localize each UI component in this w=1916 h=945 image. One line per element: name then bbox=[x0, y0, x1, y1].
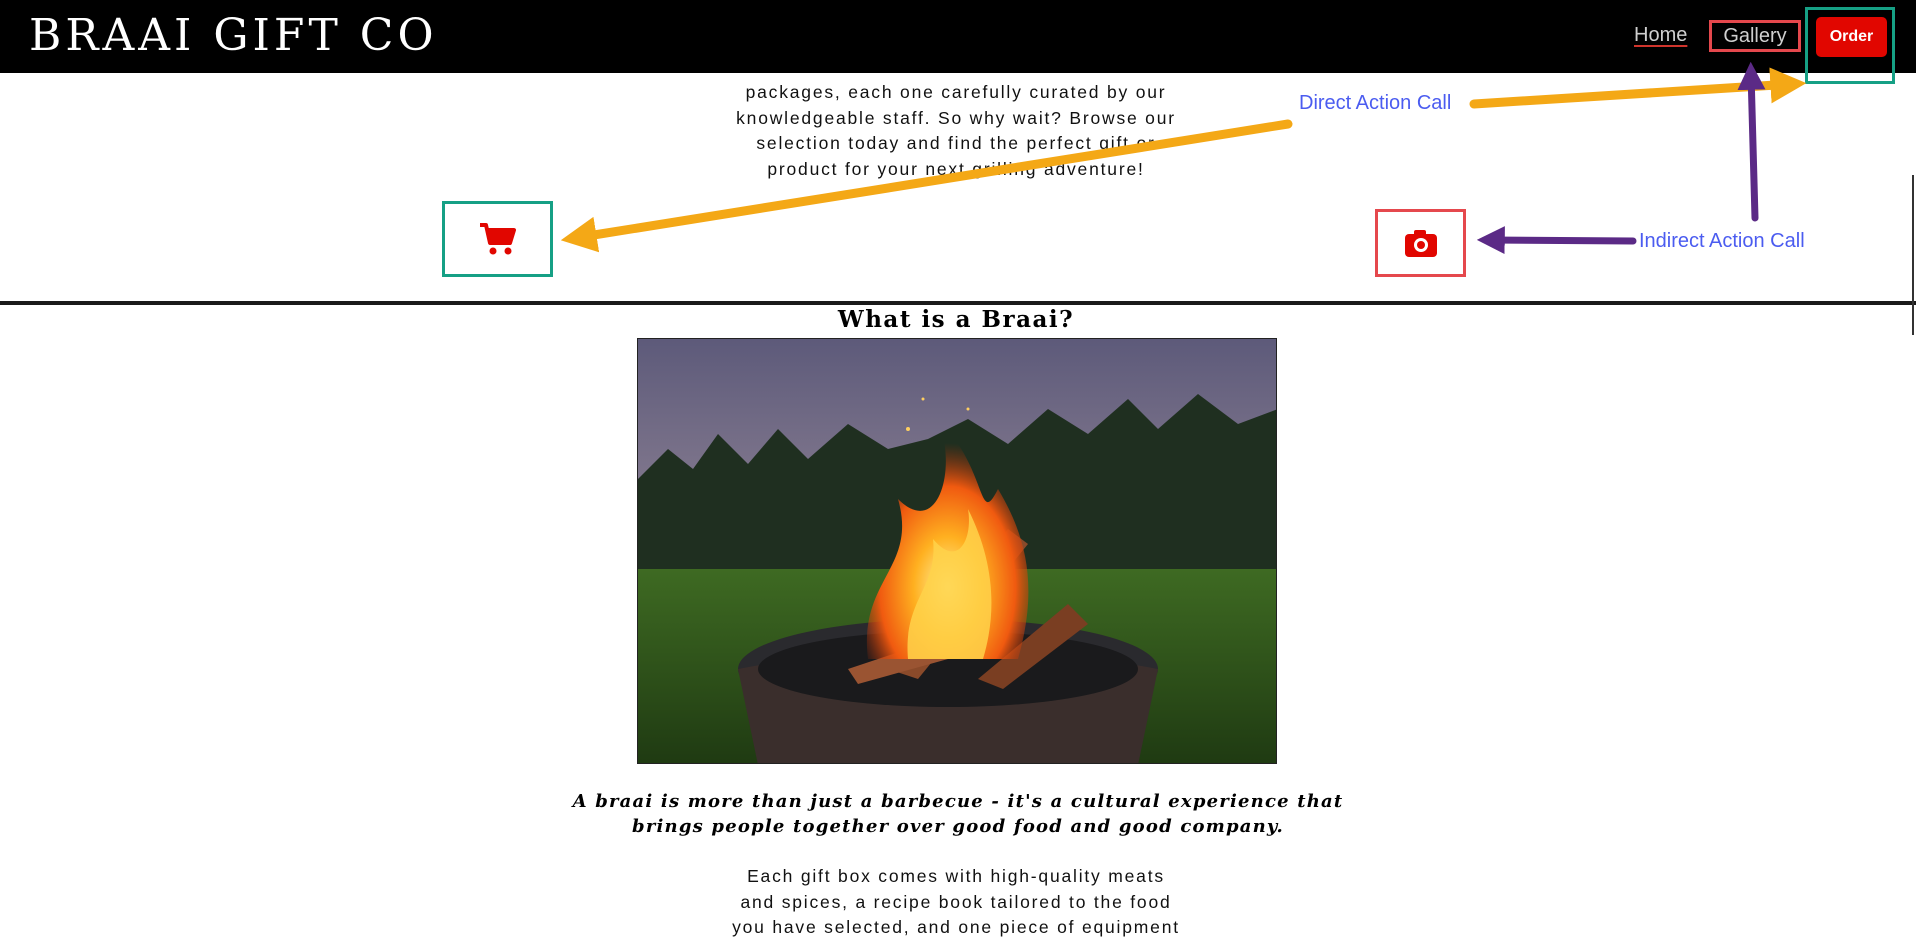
section-title: What is a Braai? bbox=[837, 306, 1075, 333]
cart-icon bbox=[479, 223, 516, 255]
body-line: and spices, a recipe book tailored to th… bbox=[740, 891, 1172, 912]
fire-pit-image bbox=[638, 339, 1276, 763]
lead-line: brings people together over good food an… bbox=[632, 816, 1284, 837]
lead-line: A braai is more than just a barbecue - i… bbox=[572, 791, 1344, 812]
indirect-arrow-to-camera bbox=[1476, 226, 1637, 255]
body-line: you have selected, and one piece of equi… bbox=[732, 917, 1180, 937]
order-button[interactable]: Order bbox=[1816, 17, 1887, 57]
braai-fire-photo bbox=[637, 338, 1277, 764]
gallery-camera-button[interactable] bbox=[1375, 209, 1466, 277]
direct-action-call-label: Direct Action Call bbox=[1299, 92, 1452, 114]
camera-icon bbox=[1404, 230, 1437, 257]
intro-line: knowledgeable staff. So why wait? Browse… bbox=[736, 107, 1176, 128]
intro-line: product for your next grilling adventure… bbox=[767, 158, 1145, 179]
intro-line: selection today and find the perfect gif… bbox=[756, 133, 1156, 153]
intro-line: packages, each one carefully curated by … bbox=[745, 82, 1167, 102]
cart-button[interactable] bbox=[442, 201, 553, 277]
indirect-arrow-to-gallery bbox=[1737, 61, 1766, 222]
intro-text: packages, each one carefully curated by … bbox=[716, 80, 1196, 182]
direct-arrow-to-order bbox=[1469, 67, 1807, 109]
top-navigation-bar: BRAAI GIFT CO Home Gallery bbox=[0, 0, 1916, 73]
body-line: Each gift box comes with high-quality me… bbox=[747, 866, 1165, 886]
brand-logo[interactable]: BRAAI GIFT CO bbox=[29, 10, 438, 62]
gift-box-description: Each gift box comes with high-quality me… bbox=[706, 864, 1206, 941]
braai-description: A braai is more than just a barbecue - i… bbox=[560, 789, 1356, 839]
indirect-action-call-label: Indirect Action Call bbox=[1639, 230, 1805, 252]
nav-home-link[interactable]: Home bbox=[1634, 24, 1687, 47]
nav-gallery-link[interactable]: Gallery bbox=[1709, 20, 1801, 52]
section-divider bbox=[0, 301, 1916, 305]
scrollbar[interactable] bbox=[1912, 175, 1914, 335]
